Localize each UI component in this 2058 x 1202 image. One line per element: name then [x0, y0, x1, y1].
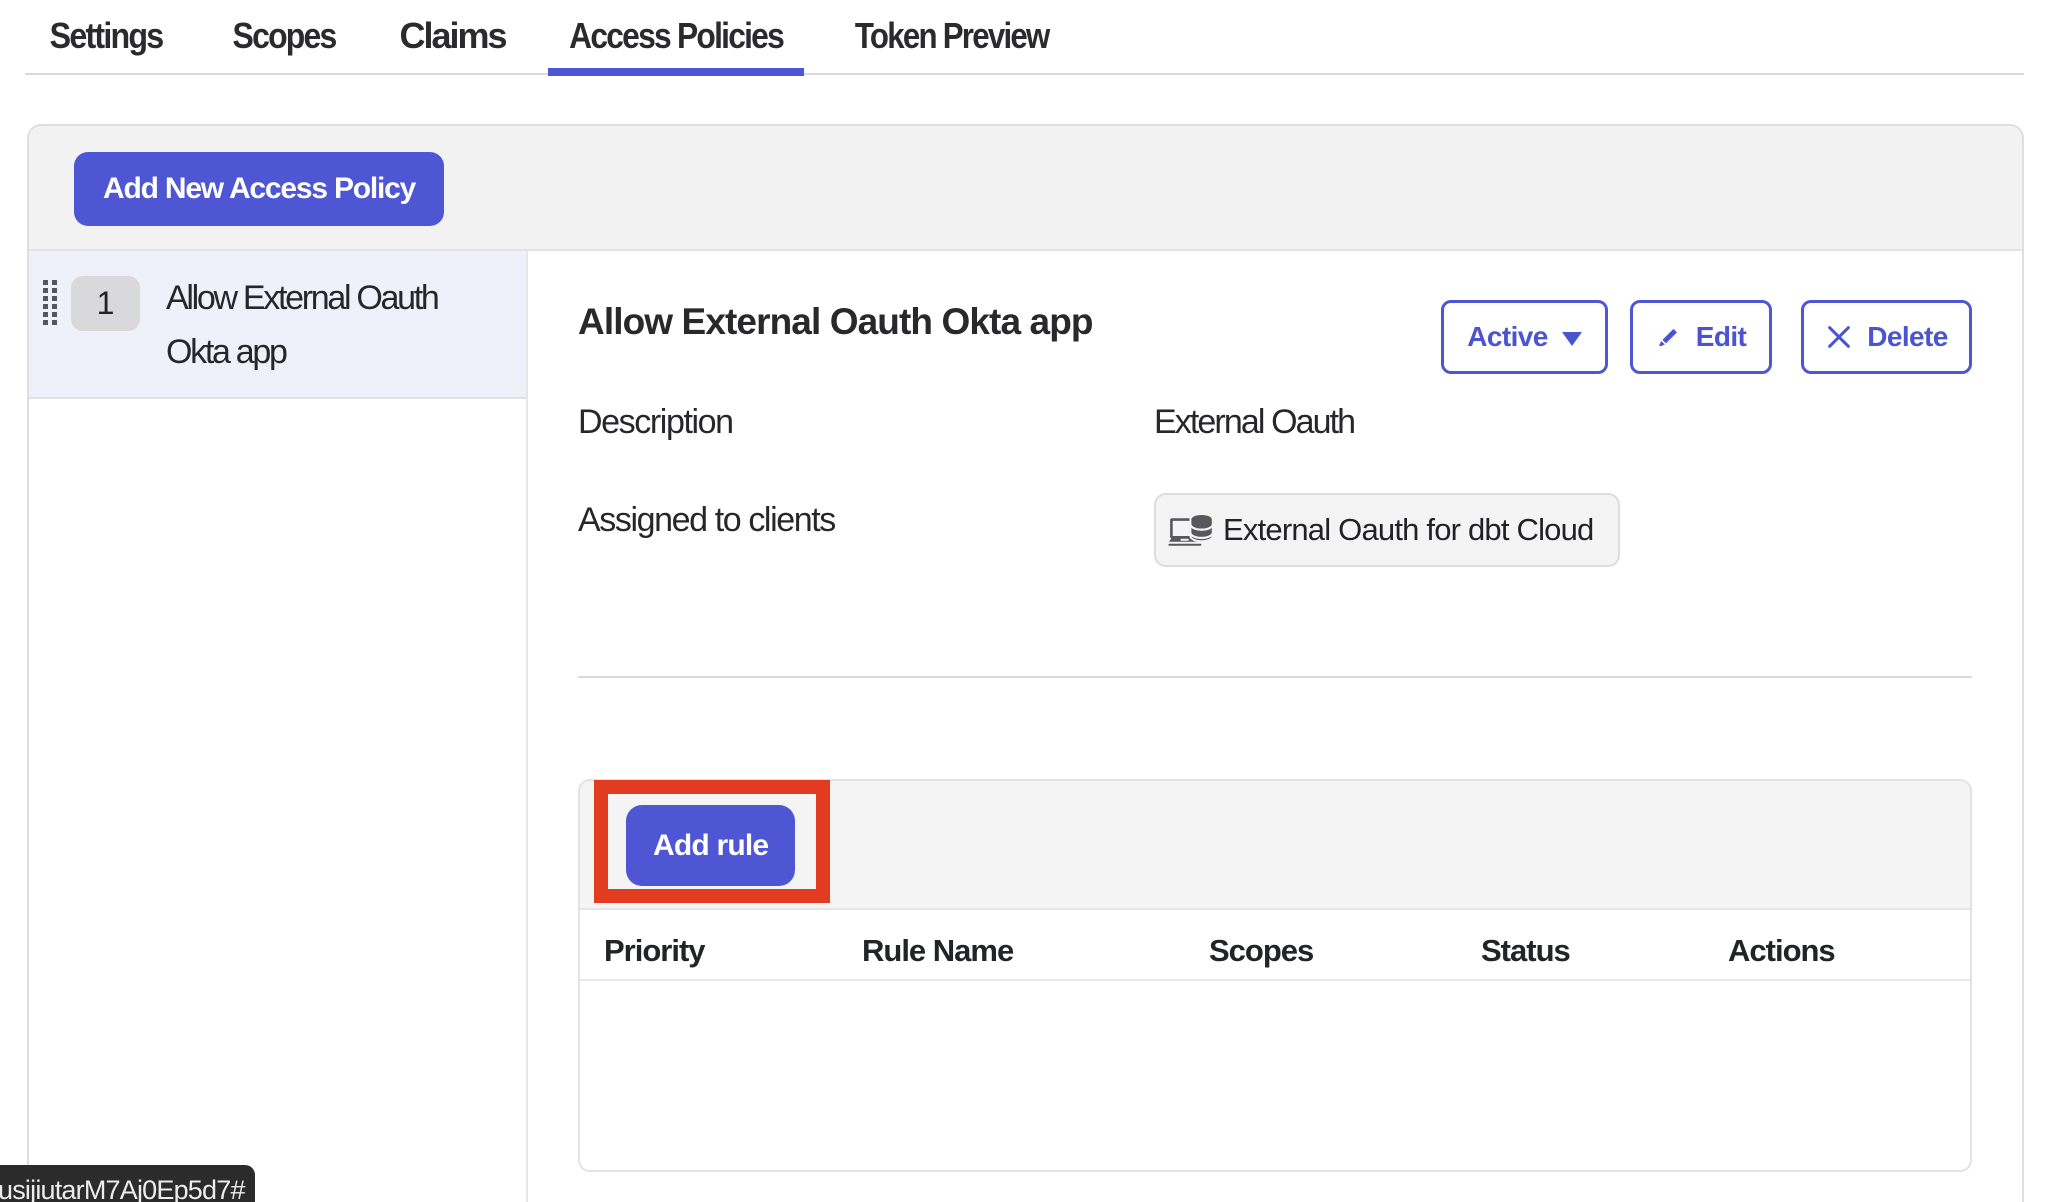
active-status-label: Active: [1467, 321, 1547, 353]
add-rule-button[interactable]: Add rule: [626, 805, 795, 886]
tab-label: Access Policies: [569, 15, 783, 57]
client-chip: External Oauth for dbt Cloud: [1154, 493, 1620, 567]
drag-handle-icon[interactable]: [43, 280, 57, 325]
edit-button[interactable]: Edit: [1630, 300, 1772, 374]
tab-claims[interactable]: Claims: [385, 0, 520, 75]
tab-label: Claims: [399, 15, 505, 57]
policy-list-item[interactable]: 1 Allow External Oauth Okta app: [29, 251, 526, 399]
link-preview-text: usijiutarM7Aj0Ep5d7#: [0, 1175, 245, 1202]
rules-col-actions: Actions: [1728, 917, 1835, 984]
tab-scopes[interactable]: Scopes: [211, 0, 357, 75]
rules-col-status: Status: [1481, 917, 1570, 984]
panel-body: 1 Allow External Oauth Okta app Allow Ex…: [29, 251, 2022, 1202]
delete-label: Delete: [1867, 321, 1947, 353]
policy-title: Allow External Oauth Okta app: [578, 301, 1093, 343]
assigned-to-clients-label: Assigned to clients: [578, 493, 1154, 542]
chevron-down-icon: [1562, 332, 1582, 346]
panel-toolbar: Add New Access Policy: [29, 126, 2022, 251]
rules-col-scopes: Scopes: [1209, 917, 1313, 984]
rules-table-header: Priority Rule Name Scopes Status Actions: [580, 910, 1970, 981]
close-icon: [1825, 323, 1853, 351]
add-new-access-policy-button[interactable]: Add New Access Policy: [74, 152, 444, 226]
tab-access-policies[interactable]: Access Policies: [548, 0, 804, 75]
tab-bar: Settings Scopes Claims Access Policies T…: [30, 0, 1072, 75]
description-label: Description: [578, 400, 1154, 444]
rules-col-rule-name: Rule Name: [862, 917, 1013, 984]
policy-item-label: Allow External Oauth Okta app: [166, 271, 466, 379]
tab-label: Token Preview: [855, 15, 1049, 57]
description-value: External Oauth: [1154, 400, 1354, 444]
access-policies-panel: Add New Access Policy 1 Allow External O…: [27, 124, 2024, 1202]
tab-token-preview[interactable]: Token Preview: [832, 0, 1072, 75]
pencil-icon: [1656, 324, 1682, 351]
priority-badge: 1: [71, 276, 140, 331]
tab-label: Settings: [50, 15, 163, 57]
section-divider: [578, 676, 1972, 678]
client-app-icon: [1168, 514, 1214, 546]
rules-table-body: [580, 981, 1970, 1170]
client-chip-label: External Oauth for dbt Cloud: [1223, 512, 1594, 548]
policy-detail: Allow External Oauth Okta app Active Edi…: [528, 251, 2022, 1202]
rules-card: Add rule Priority Rule Name Scopes Statu…: [578, 779, 1972, 1172]
policy-list: 1 Allow External Oauth Okta app: [29, 251, 528, 1202]
active-status-button[interactable]: Active: [1441, 300, 1608, 374]
rules-col-priority: Priority: [604, 917, 705, 984]
rules-toolbar: Add rule: [580, 781, 1970, 910]
edit-label: Edit: [1696, 321, 1746, 353]
link-preview-status-bar: usijiutarM7Aj0Ep5d7#: [0, 1165, 255, 1202]
tab-label: Scopes: [233, 15, 336, 57]
delete-button[interactable]: Delete: [1801, 300, 1972, 374]
tab-settings[interactable]: Settings: [30, 0, 183, 75]
